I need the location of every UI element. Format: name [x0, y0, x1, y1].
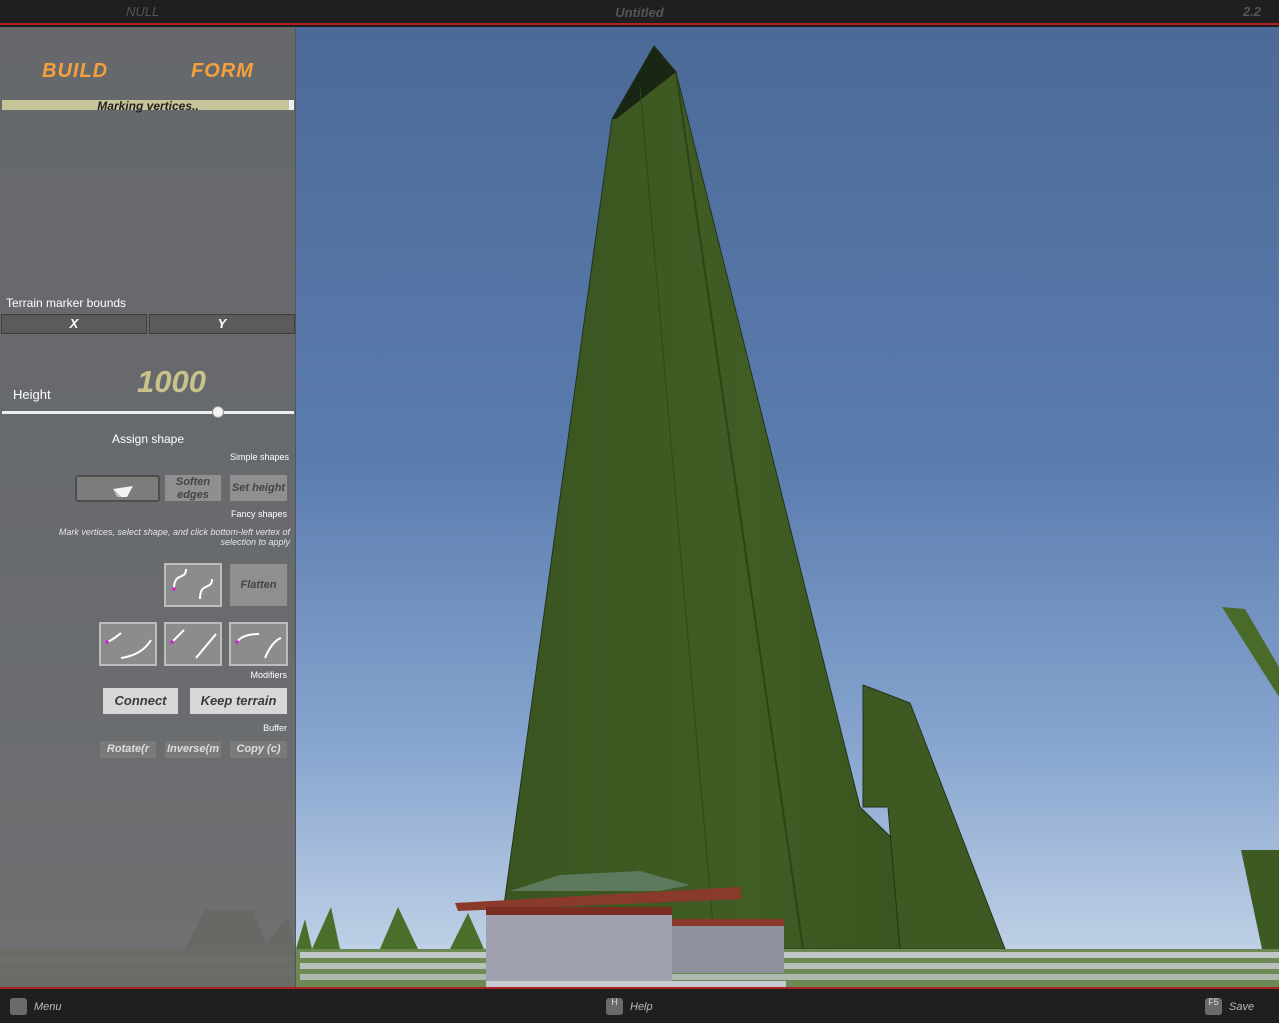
bounds-y-button[interactable]: Y: [149, 314, 295, 334]
fancy-shapes-label: Fancy shapes: [230, 509, 287, 519]
soften-edges-button[interactable]: Soften edges: [164, 474, 222, 502]
terrain-spike-right: [1222, 607, 1279, 697]
tab-build[interactable]: BUILD: [42, 60, 108, 83]
convex-curve-icon: [105, 632, 152, 659]
bottom-bar: Menu H Help F5 Save: [0, 987, 1279, 1023]
buffer-label: Buffer: [263, 723, 287, 733]
height-value: 1000: [137, 364, 206, 399]
terrain-marker-bounds-label: Terrain marker bounds: [6, 296, 127, 310]
version-label: 2.2: [1242, 4, 1261, 19]
assign-shape-heading: Assign shape: [111, 432, 185, 446]
bounds-x-button[interactable]: X: [1, 314, 147, 334]
save-label: Save: [1229, 1001, 1255, 1013]
f5-key-icon: F5: [1205, 998, 1222, 1015]
flatten-button[interactable]: Flatten: [229, 563, 288, 607]
height-slider-handle[interactable]: [212, 406, 225, 418]
help-label: Help: [630, 1001, 653, 1013]
height-label: Height: [13, 387, 51, 402]
help-shortcut[interactable]: H Help: [606, 998, 666, 1018]
s-curve-icon: [172, 568, 213, 600]
app-window: NULL Untitled 2.2 BUILD FORM Marking ver…: [0, 0, 1279, 1023]
modifiers-label: Modifiers: [250, 670, 287, 680]
linear-slope-icon: [170, 629, 217, 659]
menu-label: Menu: [34, 1001, 62, 1013]
tab-form[interactable]: FORM: [191, 60, 254, 83]
s-curve-shape-button[interactable]: [164, 563, 222, 607]
concave-curve-icon: [235, 633, 282, 659]
keep-terrain-toggle[interactable]: Keep terrain: [189, 687, 288, 715]
save-shortcut[interactable]: F5 Save: [1205, 998, 1265, 1018]
simple-shapes-label: Simple shapes: [229, 452, 289, 462]
ramp-shape-icon: [113, 486, 133, 497]
progress-label: Marking vertices..: [97, 99, 199, 113]
esc-key-icon: [10, 998, 27, 1015]
inverse-buffer-button[interactable]: Inverse(m: [164, 740, 222, 759]
copy-buffer-button[interactable]: Copy (c): [229, 740, 288, 759]
building-body: [486, 907, 672, 981]
curve-concave-shape-button[interactable]: [229, 622, 288, 666]
set-height-button[interactable]: Set height: [229, 474, 288, 502]
h-key-icon: H: [606, 998, 623, 1015]
menu-shortcut[interactable]: Menu: [10, 998, 70, 1018]
curve-convex-shape-button[interactable]: [99, 622, 157, 666]
height-slider-track[interactable]: [2, 411, 294, 414]
terrain-block-right: [1241, 850, 1279, 949]
linear-shape-button[interactable]: [164, 622, 222, 666]
connect-toggle[interactable]: Connect: [102, 687, 179, 715]
shape-ramp-button[interactable]: [75, 475, 160, 502]
document-title: Untitled: [615, 5, 664, 20]
form-panel: BUILD FORM Marking vertices.. Terrain ma…: [0, 27, 296, 987]
title-bar: NULL Untitled 2.2: [0, 0, 1279, 25]
rotate-buffer-button[interactable]: Rotate(r: [99, 740, 157, 759]
shape-hint-text: Mark vertices, select shape, and click b…: [58, 527, 290, 547]
